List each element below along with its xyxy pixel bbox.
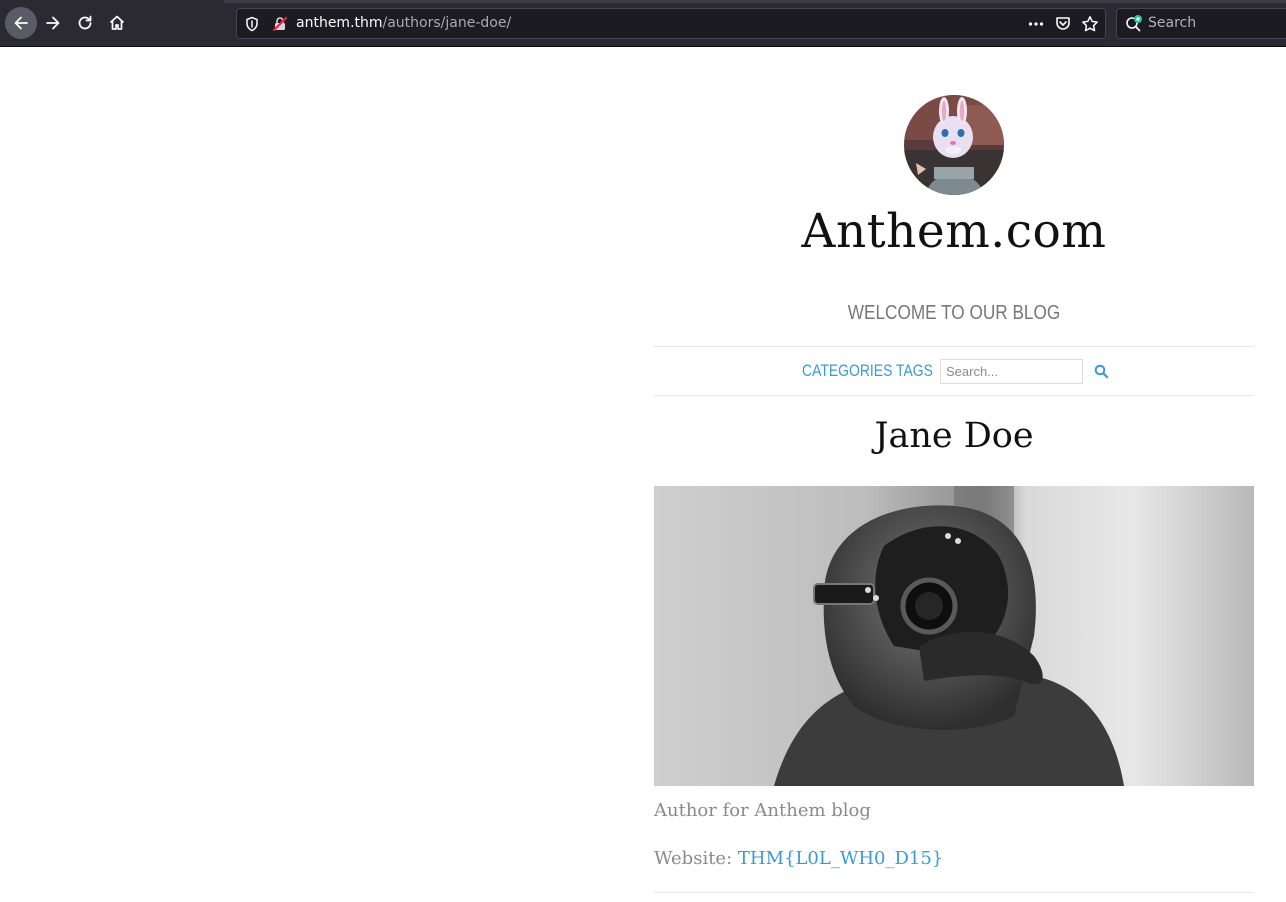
more-icon[interactable] [1027,15,1045,38]
insecure-lock-icon[interactable] [272,16,288,37]
blog-nav: CATEGORIES TAGS [654,359,1254,385]
author-cover-image [654,486,1254,786]
search-icon [1124,14,1144,39]
search-icon [1094,364,1109,379]
site-tagline: WELCOME TO OUR BLOG [847,302,1061,324]
site-title[interactable]: Anthem.com [654,204,1254,259]
reload-button[interactable] [70,8,100,38]
url-text[interactable]: anthem.thm/authors/jane-doe/ [296,15,511,31]
star-icon[interactable] [1081,15,1099,38]
browser-search-box[interactable]: Search [1116,8,1286,39]
back-button[interactable] [5,7,37,39]
divider [654,892,1254,893]
author-website: Website: THM{L0L_WH0_D15} [654,848,943,869]
home-button[interactable] [102,8,132,38]
address-bar[interactable]: anthem.thm/authors/jane-doe/ [236,8,1106,39]
website-link[interactable]: THM{L0L_WH0_D15} [738,848,943,869]
pocket-icon[interactable] [1054,15,1072,38]
back-arrow-icon [14,16,28,30]
nav-tags-link[interactable]: TAGS [896,361,933,381]
divider [654,395,1254,396]
forward-arrow-icon [46,16,60,30]
avatar [904,95,1004,195]
shield-icon[interactable] [245,16,259,37]
reload-icon [78,15,92,30]
url-path: /authors/jane-doe/ [382,15,512,31]
browser-search-placeholder: Search [1148,15,1197,31]
home-icon [109,15,125,30]
forward-button[interactable] [38,8,68,38]
divider [654,346,1254,347]
url-host: anthem.thm [296,15,383,31]
author-bio: Author for Anthem blog [654,800,871,821]
blog-search-input[interactable] [940,359,1083,384]
website-label: Website: [654,848,738,869]
blog-search-button[interactable] [1094,364,1109,384]
tab-strip [224,0,1286,3]
nav-categories-link[interactable]: CATEGORIES [802,361,892,381]
author-name: Jane Doe [874,416,1034,456]
browser-toolbar: anthem.thm/authors/jane-doe/ Search [0,0,1286,47]
